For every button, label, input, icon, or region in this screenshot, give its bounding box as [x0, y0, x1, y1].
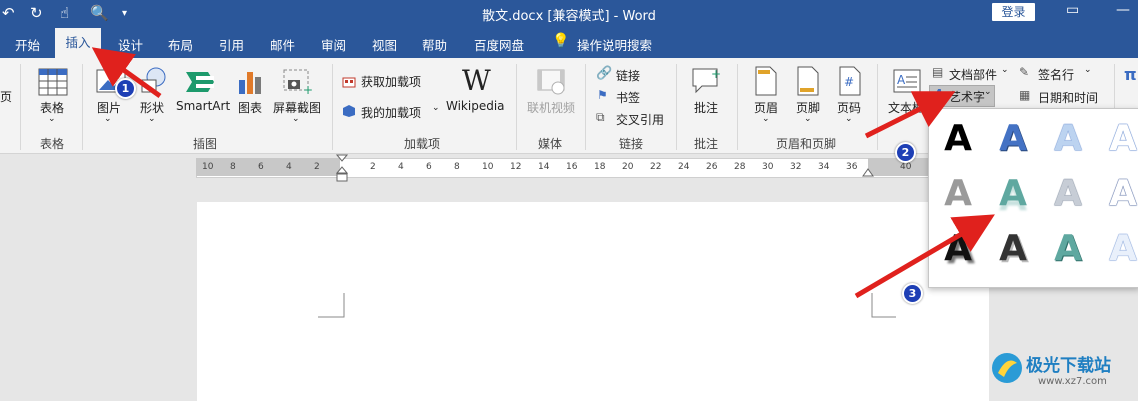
watermark: 极光下载站 www.xz7.com	[990, 345, 1135, 397]
watermark-logo-icon	[992, 353, 1022, 383]
watermark-url: www.xz7.com	[1038, 376, 1107, 387]
annotation-badge-1: 1	[115, 78, 136, 99]
watermark-name: 极光下载站	[1026, 356, 1111, 376]
annotation-arrows	[91, 47, 995, 299]
annotation-badge-2: 2	[895, 142, 916, 163]
arrow-2	[864, 91, 956, 139]
annotation-badge-3: 3	[902, 283, 923, 304]
